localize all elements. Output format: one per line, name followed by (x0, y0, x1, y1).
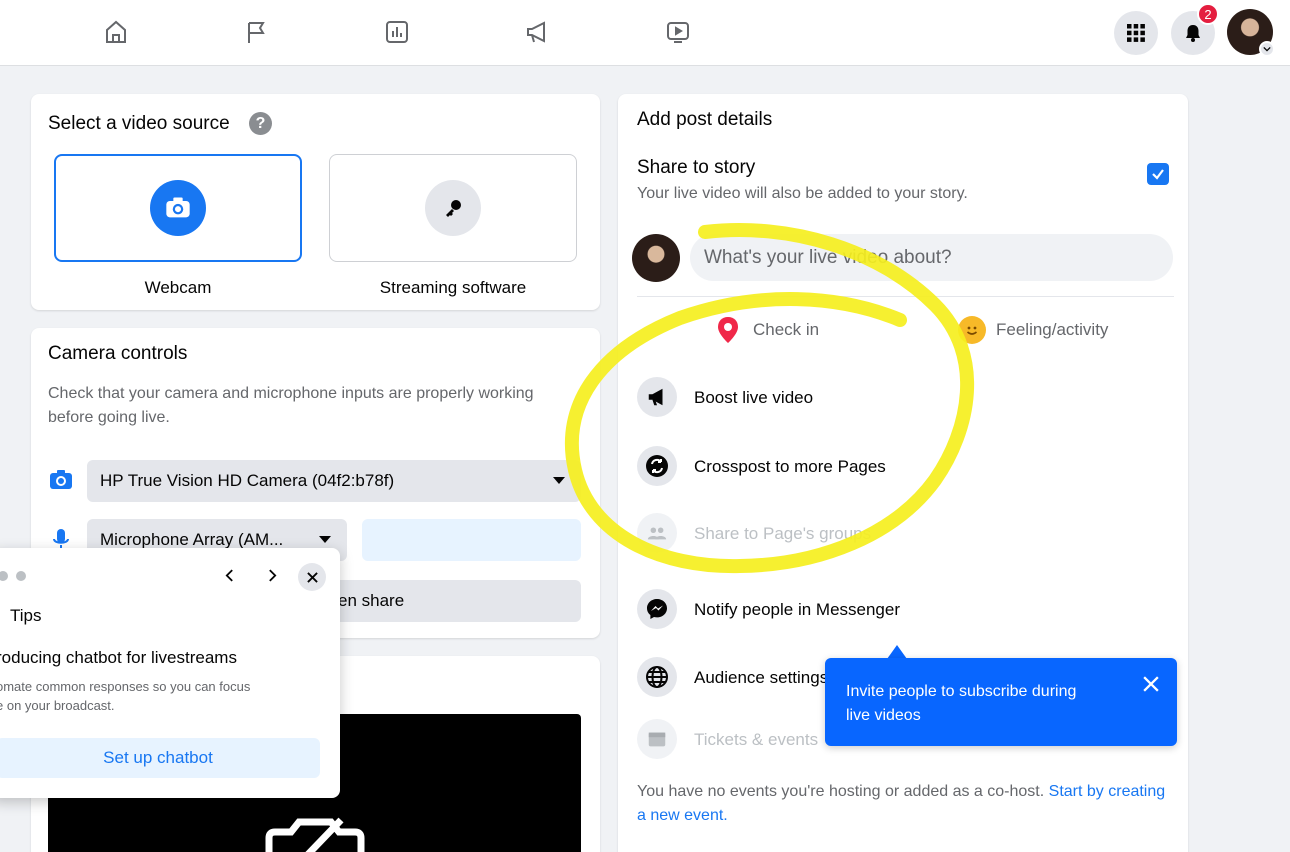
author-avatar (632, 234, 680, 282)
webcam-label: Webcam (144, 278, 212, 297)
tips-heading: roducing chatbot for livestreams (0, 648, 237, 667)
divider (637, 296, 1174, 297)
set-up-chatbot-button[interactable]: Set up chatbot (0, 738, 320, 778)
camera-icon (150, 180, 206, 236)
share-story-checkbox[interactable] (1147, 163, 1169, 185)
groups-icon (637, 513, 677, 553)
flag-icon[interactable] (238, 14, 274, 50)
insights-icon[interactable] (379, 14, 415, 50)
events-info-text: You have no events you're hosting or add… (637, 780, 1177, 828)
webcam-source-option[interactable] (54, 154, 302, 262)
post-composer-input[interactable]: What's your live video about? (690, 234, 1173, 281)
tips-body-line2: e on your broadcast. (0, 698, 115, 713)
menu-grid-button[interactable] (1114, 11, 1158, 55)
megaphone-icon[interactable] (519, 14, 555, 50)
camera-controls-title: Camera controls (48, 343, 188, 364)
streaming-software-label: Streaming software (379, 278, 527, 297)
camera-select-value: HP True Vision HD Camera (04f2:b78f) (100, 471, 395, 490)
boost-live-video-button[interactable]: Boost live video (694, 388, 813, 408)
video-icon[interactable] (660, 14, 696, 50)
dot-indicator (16, 571, 26, 581)
video-source-title: Select a video source (48, 113, 230, 134)
audience-settings-button[interactable]: Audience settings (694, 668, 828, 688)
microphone-select-value: Microphone Array (AM... (100, 530, 284, 549)
post-details-title: Add post details (637, 109, 773, 130)
dot-indicator (0, 571, 8, 581)
camera-controls-description: Check that your camera and microphone in… (48, 385, 534, 426)
home-icon[interactable] (98, 14, 134, 50)
camera-off-icon (265, 817, 365, 852)
chevron-right-icon[interactable] (261, 563, 283, 587)
tooltip-arrow (887, 645, 907, 659)
feeling-activity-button[interactable]: Feeling/activity (996, 320, 1108, 340)
bell-icon (1186, 25, 1200, 42)
subscribe-tooltip: Invite people to subscribe during live v… (825, 658, 1177, 746)
top-navigation-bar: 2 (0, 0, 1290, 66)
start-by-link[interactable]: Start by (1049, 783, 1104, 800)
checkmark-icon (1152, 169, 1164, 180)
ticket-icon (637, 719, 677, 759)
check-in-button[interactable]: Check in (753, 320, 819, 340)
help-icon[interactable]: ? (249, 112, 272, 135)
notifications-button[interactable]: 2 (1171, 3, 1219, 55)
chevron-down-icon[interactable] (1259, 41, 1275, 57)
tooltip-line2: live videos (846, 707, 921, 724)
location-pin-icon (716, 316, 740, 349)
screen-share-button[interactable]: en share (300, 580, 581, 622)
crosspost-button[interactable]: Crosspost to more Pages (694, 457, 886, 477)
globe-icon (637, 657, 677, 697)
crosspost-icon (637, 446, 677, 486)
camera-icon (48, 468, 74, 497)
mic-level-meter (362, 519, 581, 561)
tips-title: Tips (10, 606, 42, 625)
caret-down-icon (553, 477, 565, 484)
notify-messenger-button[interactable]: Notify people in Messenger (694, 600, 900, 620)
megaphone-icon (637, 377, 677, 417)
tips-body-line1: omate common responses so you can focus (0, 679, 251, 694)
close-icon[interactable] (298, 563, 326, 591)
notification-badge: 2 (1197, 3, 1219, 25)
smiley-icon (958, 316, 986, 344)
events-info: You have no events you're hosting or add… (637, 783, 1045, 800)
caret-down-icon (319, 536, 331, 543)
key-icon (425, 180, 481, 236)
share-story-title: Share to story (637, 157, 756, 178)
tickets-events-button: Tickets & events (694, 730, 819, 749)
close-icon[interactable] (1143, 676, 1161, 694)
share-to-groups-button: Share to Page's groups (694, 524, 872, 543)
messenger-icon (637, 589, 677, 629)
camera-select[interactable]: HP True Vision HD Camera (04f2:b78f) (87, 460, 581, 502)
grid-icon (1127, 24, 1145, 42)
share-story-description: Your live video will also be added to yo… (637, 185, 968, 202)
tooltip-line1: Invite people to subscribe during (846, 683, 1077, 700)
tips-popup: Tips roducing chatbot for livestreams om… (0, 548, 340, 798)
streaming-software-option[interactable] (329, 154, 577, 262)
chevron-left-icon[interactable] (218, 563, 240, 587)
screen-share-label: en share (338, 591, 405, 610)
